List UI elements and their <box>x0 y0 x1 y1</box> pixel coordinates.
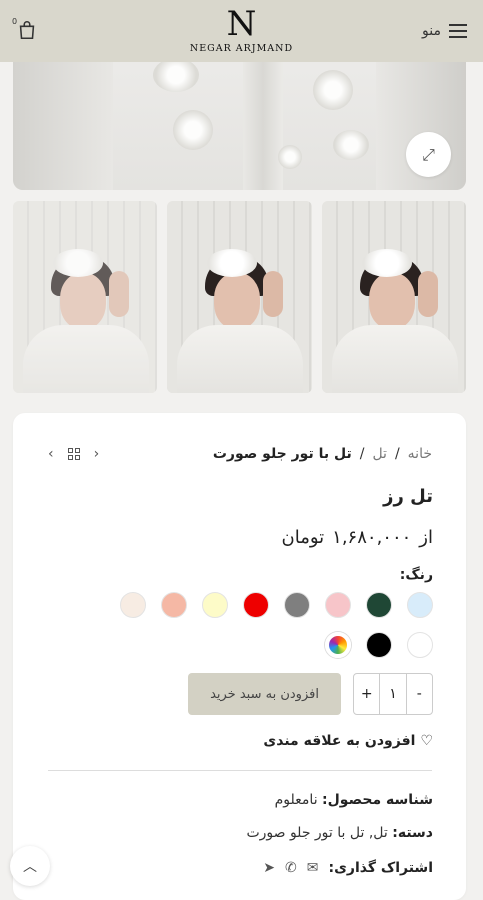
thumb-face <box>60 273 106 329</box>
quantity-stepper: - ۱ + <box>353 673 433 715</box>
cart-count: 0 <box>12 17 18 26</box>
thumb-face <box>214 273 261 329</box>
share-row: اشتراک گذاری: ✉ ✆ ➤ <box>263 860 433 876</box>
color-swatch[interactable] <box>202 592 228 618</box>
thumb-headpiece <box>361 249 412 277</box>
category-label: دسته: <box>392 825 433 841</box>
lace-flower <box>313 70 353 110</box>
price-currency: تومان <box>281 527 325 548</box>
email-icon[interactable]: ✉ <box>307 860 319 876</box>
breadcrumb-category[interactable]: تل <box>372 446 387 462</box>
divider <box>48 770 432 771</box>
product-categories: دسته: تل, تل با تور جلو صورت <box>246 825 433 841</box>
logo-text: NEGAR ARJMAND <box>189 43 294 54</box>
quantity-minus-button[interactable]: - <box>407 686 432 702</box>
heart-icon: ♡ <box>420 733 433 749</box>
color-swatches <box>81 592 433 658</box>
thumb-headpiece <box>207 249 258 277</box>
whatsapp-icon[interactable]: ✆ <box>285 860 297 876</box>
breadcrumb-home[interactable]: خانه <box>408 446 432 462</box>
lace-flower <box>173 110 213 150</box>
menu-button[interactable]: منو <box>422 20 467 42</box>
lace-flower <box>278 145 302 169</box>
breadcrumb-separator: / <box>394 446 400 462</box>
lace-flower <box>153 58 199 92</box>
thumb-hand <box>109 271 129 317</box>
breadcrumb-current[interactable]: تل با تور جلو صورت <box>213 446 352 462</box>
color-swatch[interactable] <box>366 592 392 618</box>
color-swatch[interactable] <box>366 632 392 658</box>
chevron-left-icon[interactable]: ‹ <box>48 446 54 462</box>
color-swatch[interactable] <box>120 592 146 618</box>
price-value: ۱,۶۸۰,۰۰۰ <box>332 527 412 548</box>
thumb-dress <box>177 325 304 393</box>
scroll-to-top-button[interactable]: ︿ <box>10 846 50 886</box>
logo-mark: N <box>226 4 257 44</box>
hamburger-icon <box>449 20 467 42</box>
thumbnail-gallery <box>13 201 466 393</box>
color-swatch[interactable] <box>325 632 351 658</box>
thumb-dress <box>23 325 149 393</box>
product-nav-row: ‹ › خانه / تل / تل با تور جلو صورت <box>48 441 432 467</box>
color-swatch[interactable] <box>284 592 310 618</box>
add-to-wishlist[interactable]: ♡ افزودن به علاقه مندی <box>263 733 433 749</box>
color-swatch[interactable] <box>161 592 187 618</box>
grid-icon[interactable] <box>67 448 80 460</box>
thumbnail-2[interactable] <box>167 201 312 393</box>
add-to-cart-button[interactable]: افزودن به سبد خرید <box>188 673 341 715</box>
breadcrumb-separator: / <box>359 446 365 462</box>
chevron-right-icon[interactable]: › <box>94 446 100 462</box>
category-value[interactable]: تل, تل با تور جلو صورت <box>246 825 387 841</box>
product-title: تل رز <box>383 486 433 507</box>
shopping-bag-icon <box>19 21 35 40</box>
color-swatch[interactable] <box>325 592 351 618</box>
menu-label: منو <box>422 23 441 39</box>
color-label: رنگ: <box>399 567 433 583</box>
chevron-up-icon: ︿ <box>23 859 37 875</box>
thumbnail-3[interactable] <box>13 201 158 393</box>
product-main-image[interactable]: ⤢ <box>13 50 466 190</box>
wishlist-label: افزودن به علاقه مندی <box>263 733 416 749</box>
quantity-plus-button[interactable]: + <box>354 686 379 702</box>
thumb-face <box>368 273 415 329</box>
color-swatch[interactable] <box>407 632 433 658</box>
zoom-button[interactable]: ⤢ <box>406 132 451 177</box>
quantity-input[interactable]: ۱ <box>379 674 407 714</box>
sku-value: نامعلوم <box>274 792 318 808</box>
telegram-icon[interactable]: ➤ <box>263 860 275 876</box>
site-header: 0 N NEGAR ARJMAND منو <box>0 0 483 62</box>
thumbnail-1[interactable] <box>321 201 466 393</box>
thumb-hand <box>263 271 284 317</box>
thumb-dress <box>331 325 458 393</box>
thumb-headpiece <box>53 249 103 277</box>
product-sku: شناسه محصول: نامعلوم <box>275 792 433 808</box>
sku-label: شناسه محصول: <box>322 792 433 808</box>
color-swatch[interactable] <box>407 592 433 618</box>
share-label: اشتراک گذاری: <box>328 860 433 876</box>
product-price: از ۱,۶۸۰,۰۰۰ تومان <box>282 527 433 548</box>
breadcrumb: خانه / تل / تل با تور جلو صورت <box>213 446 432 462</box>
image-shade-left <box>13 50 113 190</box>
share-icons: ✉ ✆ ➤ <box>263 860 318 876</box>
lace-flower <box>333 130 369 160</box>
color-swatch[interactable] <box>243 592 269 618</box>
expand-icon: ⤢ <box>422 144 435 164</box>
price-prefix: از <box>419 527 433 548</box>
product-pagination: ‹ › <box>48 446 99 462</box>
cart-button[interactable]: 0 <box>12 17 40 43</box>
thumb-hand <box>417 271 438 317</box>
dress-fold <box>243 50 283 190</box>
site-logo[interactable]: N NEGAR ARJMAND <box>182 6 302 54</box>
